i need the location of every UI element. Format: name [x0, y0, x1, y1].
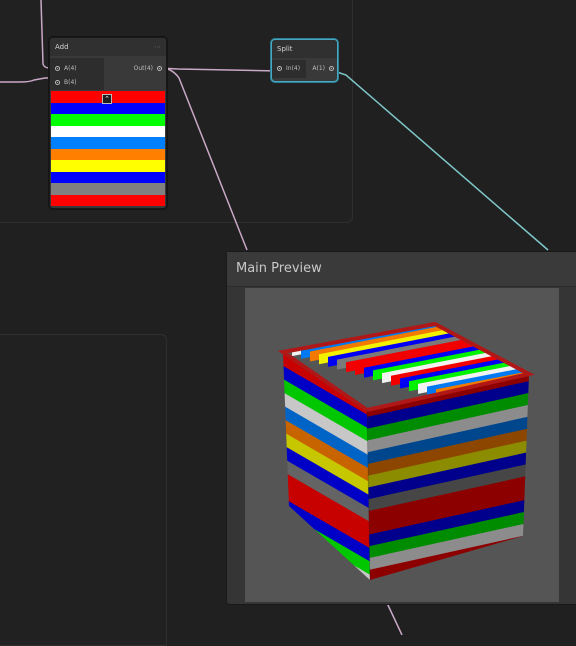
preview-stripe — [51, 114, 165, 126]
split-node-title: Split — [277, 45, 293, 53]
split-input-label: In(4) — [286, 65, 301, 72]
edge-split-out — [330, 69, 549, 251]
output-port-a-icon[interactable] — [329, 65, 334, 71]
cube-left-face — [283, 352, 370, 580]
preview-stripe — [51, 102, 165, 114]
add-input-a-row[interactable]: A(4) — [55, 62, 77, 76]
preview-collapse-icon[interactable]: ⌃ — [102, 94, 112, 104]
preview-stripe — [51, 125, 165, 137]
edge-into-add-b — [0, 77, 53, 83]
preview-stripe — [51, 160, 165, 172]
add-output-row[interactable]: Out(4) — [134, 62, 162, 76]
add-input-b-row[interactable]: B(4) — [55, 76, 77, 90]
main-preview-title[interactable]: Main Preview — [227, 252, 576, 287]
input-port-a-icon[interactable] — [55, 65, 60, 71]
output-port-out-icon[interactable] — [157, 65, 162, 71]
split-node[interactable]: Split In(4) A(1) — [271, 39, 338, 82]
split-node-header[interactable]: Split — [272, 40, 337, 58]
cube-stripe — [363, 592, 535, 602]
shader-graph-canvas[interactable]: Add ⋯ A(4) B(4) Out(4) ⌃ Split In(4) A(1… — [0, 0, 576, 646]
edge-add-to-preview — [167, 68, 248, 251]
add-node-header[interactable]: Add ⋯ — [50, 38, 166, 56]
split-output-label: A(1) — [312, 65, 325, 72]
add-node-preview — [51, 91, 165, 206]
preview-stripe — [51, 171, 165, 183]
main-preview-viewport[interactable] — [245, 288, 559, 602]
add-input-a-label: A(4) — [64, 65, 77, 72]
preview-stripe — [51, 148, 165, 160]
cube-right-face — [363, 374, 535, 602]
split-output-row[interactable]: A(1) — [312, 62, 334, 76]
cube-stripe — [363, 580, 535, 602]
preview-stripe — [51, 137, 165, 149]
edge-preview-to-below — [386, 602, 403, 635]
add-node-collapse-icon[interactable]: ⋯ — [154, 38, 161, 56]
add-node-title: Add — [55, 43, 69, 51]
main-preview-window[interactable]: Main Preview — [226, 251, 576, 605]
add-input-b-label: B(4) — [64, 79, 77, 86]
edge-add-to-split — [158, 67, 280, 72]
cube-stripe — [283, 572, 370, 580]
striped-cube-render — [277, 321, 535, 602]
input-port-in-icon[interactable] — [277, 65, 282, 71]
split-input-row[interactable]: In(4) — [277, 62, 300, 76]
add-output-label: Out(4) — [133, 65, 153, 72]
input-port-b-icon[interactable] — [55, 79, 60, 85]
preview-stripe — [51, 194, 165, 206]
preview-stripe — [51, 183, 165, 195]
